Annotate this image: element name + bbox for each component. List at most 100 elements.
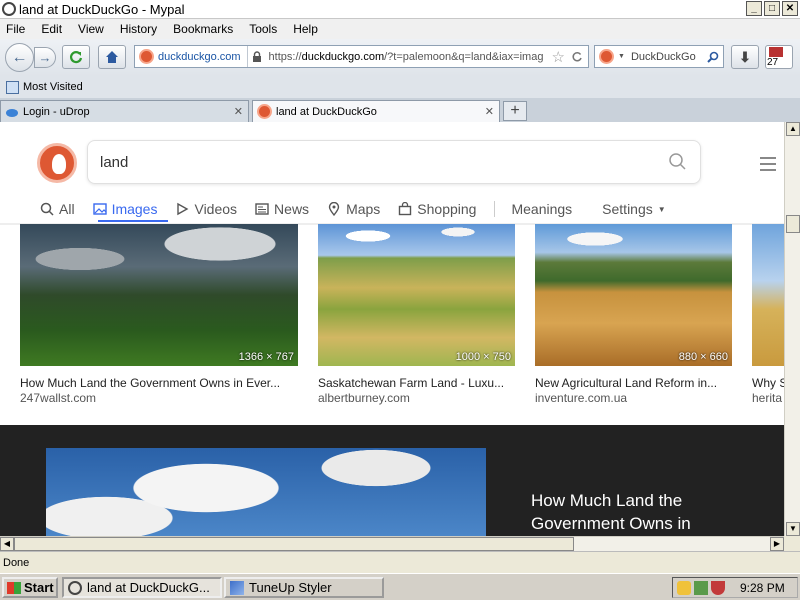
- filter-images-label: Images: [111, 201, 158, 217]
- menu-tools[interactable]: Tools: [249, 22, 277, 36]
- bookmarks-toolbar: Most Visited: [0, 76, 800, 98]
- menu-file[interactable]: File: [6, 22, 25, 36]
- filter-meanings[interactable]: Meanings: [511, 198, 572, 220]
- user-tray-icon[interactable]: [677, 580, 691, 595]
- bookmark-most-visited[interactable]: Most Visited: [23, 81, 83, 93]
- result-thumbnail[interactable]: 880 × 660: [535, 224, 732, 366]
- filter-videos[interactable]: Videos: [175, 198, 237, 220]
- shield-tray-icon[interactable]: [711, 580, 725, 595]
- filter-maps[interactable]: Maps: [327, 198, 380, 220]
- result-title[interactable]: Saskatchewan Farm Land - Luxu...: [318, 376, 515, 390]
- image-result[interactable]: 1000 × 750 Saskatchewan Farm Land - Luxu…: [318, 224, 515, 405]
- clock[interactable]: 9:28 PM: [740, 581, 785, 595]
- search-filter-tabs: All Images Videos News Maps Shopping Mea…: [40, 198, 684, 220]
- maximize-button[interactable]: □: [764, 1, 780, 16]
- home-button[interactable]: [98, 45, 126, 69]
- filter-shopping[interactable]: Shopping: [398, 198, 476, 220]
- image-result[interactable]: 1366 × 767 How Much Land the Government …: [20, 224, 298, 405]
- result-source[interactable]: 247wallst.com: [20, 391, 298, 405]
- engine-dropdown-icon[interactable]: ▼: [618, 53, 625, 60]
- search-input[interactable]: land: [87, 140, 701, 184]
- filter-images[interactable]: Images: [92, 198, 158, 220]
- horizontal-scroll-thumb[interactable]: [14, 537, 574, 551]
- taskbar-item-tuneup[interactable]: TuneUp Styler: [224, 577, 384, 598]
- filter-news[interactable]: News: [255, 198, 309, 220]
- menu-view[interactable]: View: [78, 22, 104, 36]
- result-title[interactable]: Why S: [752, 376, 784, 390]
- scroll-left-icon[interactable]: ◀: [0, 537, 14, 551]
- bookmark-star-icon[interactable]: ☆: [552, 48, 565, 66]
- address-bar[interactable]: duckduckgo.com https://duckduckgo.com/?t…: [134, 45, 589, 68]
- vertical-scrollbar[interactable]: ▲ ▼: [784, 122, 800, 536]
- scroll-right-icon[interactable]: ▶: [770, 537, 784, 551]
- result-source[interactable]: herita: [752, 391, 784, 405]
- detail-image[interactable]: [46, 448, 486, 536]
- image-dimensions: 1366 × 767: [238, 351, 294, 363]
- page-reload-icon[interactable]: [571, 51, 583, 63]
- home-icon: [106, 51, 118, 63]
- scroll-down-icon[interactable]: ▼: [786, 522, 800, 536]
- tab-login-udrop[interactable]: Login - uDrop ✕: [0, 100, 249, 122]
- detail-title[interactable]: How Much Land the Government Owns in: [531, 489, 731, 535]
- vertical-scroll-thumb[interactable]: [786, 215, 800, 233]
- site-identity[interactable]: duckduckgo.com: [158, 46, 248, 67]
- tab-close-icon[interactable]: ✕: [234, 105, 243, 118]
- settings-dropdown[interactable]: Settings ▼: [602, 198, 666, 220]
- result-source[interactable]: albertburney.com: [318, 391, 515, 405]
- tab-land-duckduckgo[interactable]: land at DuckDuckGo ✕: [252, 100, 500, 122]
- minimize-button[interactable]: _: [746, 1, 762, 16]
- filter-all-label: All: [59, 201, 75, 217]
- filter-maps-label: Maps: [346, 201, 381, 217]
- taskbar-item-label: land at DuckDuckG...: [87, 580, 210, 595]
- search-engine-box[interactable]: ▼ DuckDuckGo: [594, 45, 724, 68]
- site-favicon-icon: [139, 49, 154, 64]
- filter-meanings-label: Meanings: [511, 201, 573, 217]
- navigation-toolbar: ← → duckduckgo.com https://duckduckgo.co…: [0, 39, 800, 76]
- result-title[interactable]: How Much Land the Government Owns in Eve…: [20, 376, 298, 390]
- close-button[interactable]: ✕: [782, 1, 798, 16]
- tab-label: land at DuckDuckGo: [276, 105, 377, 118]
- url-field[interactable]: https://duckduckgo.com/?t=palemoon&q=lan…: [265, 51, 546, 63]
- search-engine-icon: [599, 49, 614, 64]
- image-detail-panel: How Much Land the Government Owns in: [0, 425, 784, 536]
- image-result[interactable]: 880 × 660 New Agricultural Land Reform i…: [535, 224, 732, 405]
- page-content: land All Images Videos News Maps Shoppin…: [0, 122, 784, 536]
- reload-button[interactable]: [62, 45, 90, 69]
- search-icon[interactable]: [668, 152, 686, 170]
- menu-hamburger-icon[interactable]: [760, 157, 776, 175]
- addon-button[interactable]: 27: [765, 45, 793, 69]
- result-thumbnail[interactable]: [752, 224, 784, 366]
- menu-bookmarks[interactable]: Bookmarks: [173, 22, 233, 36]
- menu-help[interactable]: Help: [293, 22, 318, 36]
- mypal-app-icon: [2, 2, 16, 16]
- network-tray-icon[interactable]: [694, 580, 708, 595]
- duckduckgo-logo[interactable]: [37, 143, 77, 183]
- horizontal-scrollbar[interactable]: ◀ ▶: [0, 536, 784, 551]
- ddg-favicon-icon: [257, 104, 272, 119]
- menu-edit[interactable]: Edit: [41, 22, 62, 36]
- result-source[interactable]: inventure.com.ua: [535, 391, 732, 405]
- taskbar-item-browser[interactable]: land at DuckDuckG...: [62, 577, 222, 598]
- filter-divider: [494, 201, 496, 217]
- map-pin-icon: [328, 202, 340, 216]
- back-button[interactable]: ←: [5, 43, 34, 72]
- tab-close-icon[interactable]: ✕: [485, 105, 494, 118]
- filter-all[interactable]: All: [40, 198, 75, 220]
- search-go-icon[interactable]: [707, 51, 719, 63]
- filter-videos-label: Videos: [194, 201, 238, 217]
- image-icon: [92, 203, 107, 215]
- chevron-down-icon: ▼: [657, 204, 666, 214]
- window-controls: _ □ ✕: [746, 1, 798, 16]
- start-button[interactable]: Start: [2, 577, 58, 598]
- forward-button[interactable]: →: [34, 47, 56, 68]
- window-title: land at DuckDuckGo - Mypal: [19, 1, 185, 17]
- result-thumbnail[interactable]: 1000 × 750: [318, 224, 515, 366]
- result-thumbnail[interactable]: 1366 × 767: [20, 224, 298, 366]
- image-result[interactable]: Why S herita: [752, 224, 784, 405]
- downloads-button[interactable]: ⬇: [731, 45, 759, 69]
- download-arrow-icon: ⬇: [739, 48, 751, 65]
- new-tab-button[interactable]: +: [503, 101, 527, 121]
- scroll-up-icon[interactable]: ▲: [786, 122, 800, 136]
- result-title[interactable]: New Agricultural Land Reform in...: [535, 376, 732, 390]
- menu-history[interactable]: History: [120, 22, 157, 36]
